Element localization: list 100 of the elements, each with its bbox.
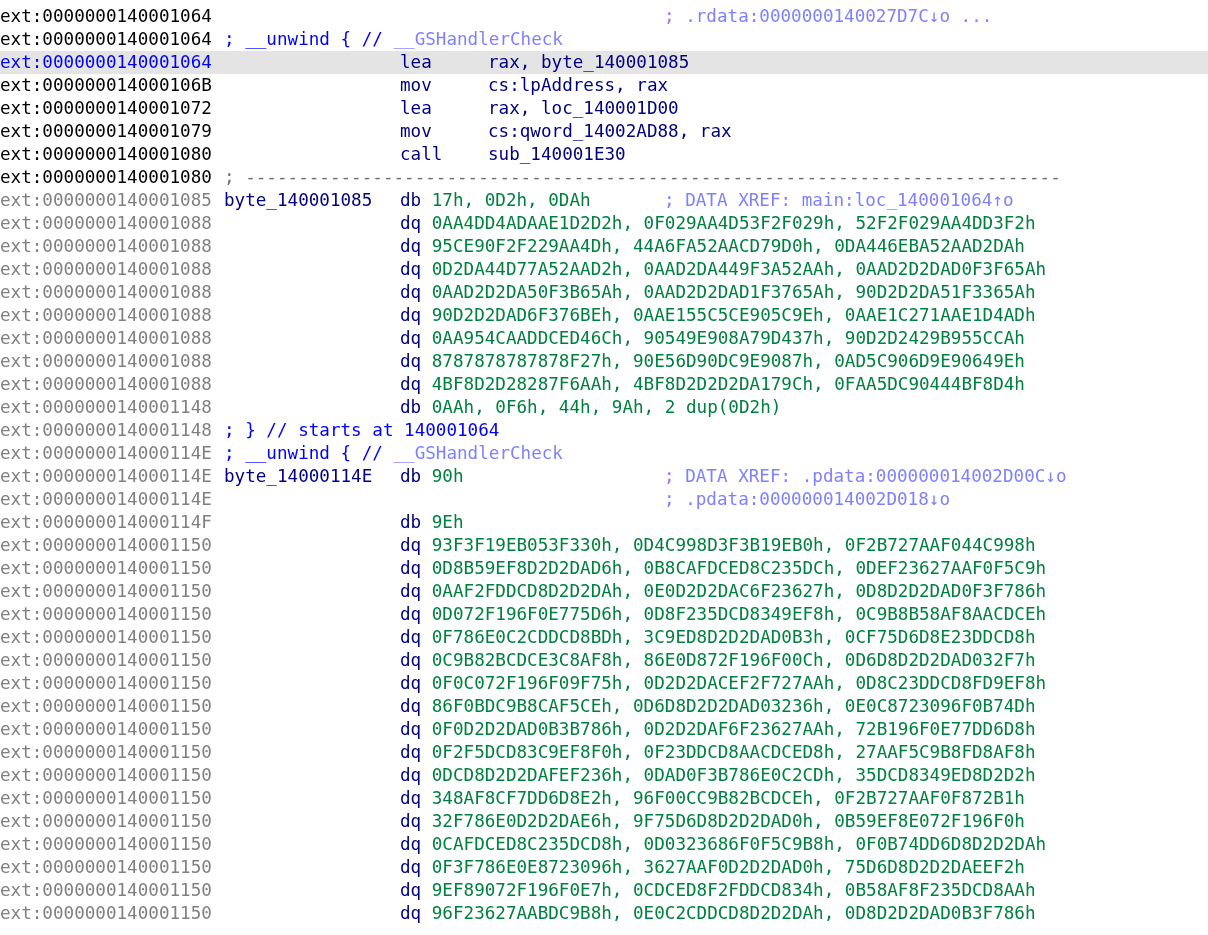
operand-list: 0F2F5DCD83C9EF8F0h, 0F23DDCD8AACDCED8h, 27AAF5C9B8FD8AF8h (431, 741, 1036, 764)
mnemonic: dq (400, 281, 423, 304)
xref-comment: ; .rdata:0000000140027D7C↓o ... (664, 5, 993, 28)
operand-list: 93F3F19EB053F330h, 0D4C998D3F3B19EB0h, 0F2B727AAF044C998h (431, 534, 1036, 557)
address-label: ext:0000000140001150 (0, 856, 213, 879)
operand-list: 0CAFDCED8C235DCD8h, 0D0323686F0F5C9B8h, 0F0B74DD6D8D2D2DAh (431, 833, 1047, 856)
address-label: ext:0000000140001148 (0, 419, 213, 442)
mnemonic: db (400, 465, 423, 488)
operand-list: 0D8B59EF8D2D2DAD6h, 0B8CAFDCED8C235DCh, 0DEF23627AAF0F5C9h (431, 557, 1047, 580)
address-label: ext:0000000140001150 (0, 557, 213, 580)
xref-comment: ; DATA XREF: .pdata:000000014002D00C↓o (664, 465, 1067, 488)
mnemonic: call (400, 143, 444, 166)
address-label: ext:0000000140001072 (0, 97, 213, 120)
address-label: ext:0000000140001150 (0, 672, 213, 695)
mnemonic: mov (400, 74, 433, 97)
mnemonic: db (400, 189, 423, 212)
mnemonic: lea (400, 51, 433, 74)
address-label: ext:0000000140001064 (0, 51, 213, 74)
mnemonic: dq (400, 603, 423, 626)
xref-comment: ; DATA XREF: main:loc_140001064↑o (664, 189, 1014, 212)
operand-list: cs:lpAddress, rax (488, 74, 669, 97)
symbol-label[interactable]: byte_14000114E (224, 465, 400, 488)
address-label: ext:0000000140001088 (0, 373, 213, 396)
operand-list: rax, loc_140001D00 (488, 97, 679, 120)
comment-text: ; __unwind { // (224, 28, 383, 51)
operand-list: 0AAF2FDDCD8D2D2DAh, 0E0D2D2DAC6F23627h, 0D8D2D2DAD0F3F786h (431, 580, 1047, 603)
address-label: ext:0000000140001150 (0, 649, 213, 672)
operand-list: 8787878787878F27h, 90E56D90DC9E9087h, 0AD5C906D9E90649Eh (431, 350, 1025, 373)
operand-list: 0D072F196F0E775D6h, 0D8F235DCD8349EF8h, 0C9B8B58AF8AACDCEh (431, 603, 1047, 626)
comment-text: ; __unwind { // (224, 442, 383, 465)
mnemonic: dq (400, 534, 423, 557)
mnemonic: dq (400, 856, 423, 879)
mnemonic: dq (400, 258, 423, 281)
operand-list: sub_140001E30 (488, 143, 626, 166)
mnemonic: dq (400, 580, 423, 603)
operand-list: 0D2DA44D77A52AAD2h, 0AAD2DA449F3A52AAh, 0AAD2D2DAD0F3F65Ah (431, 258, 1047, 281)
separator-comment: ; ----------------------------------------------------------------------------- (224, 166, 1061, 189)
address-label: ext:0000000140001150 (0, 580, 213, 603)
mnemonic: dq (400, 212, 423, 235)
address-label: ext:0000000140001150 (0, 879, 213, 902)
operand-list: 0AA954CAADDCED46Ch, 90549E908A79D437h, 90D2D2429B955CCAh (431, 327, 1025, 350)
mnemonic: dq (400, 304, 423, 327)
comment-text: ; } // starts at 140001064 (224, 419, 500, 442)
address-label: ext:0000000140001064 (0, 5, 213, 28)
address-label: ext:0000000140001150 (0, 741, 213, 764)
address-label: ext:0000000140001088 (0, 327, 213, 350)
address-label: ext:0000000140001150 (0, 626, 213, 649)
operand-list: 4BF8D2D28287F6AAh, 4BF8D2D2D2DA179Ch, 0FAA5DC90444BF8D4h (431, 373, 1025, 396)
operand-list: rax, byte_140001085 (488, 51, 690, 74)
address-label: ext:000000014000114E (0, 488, 213, 511)
mnemonic: dq (400, 902, 423, 925)
mnemonic: db (400, 511, 423, 534)
mnemonic: dq (400, 373, 423, 396)
address-label: ext:0000000140001088 (0, 258, 213, 281)
mnemonic: dq (400, 787, 423, 810)
operand-list: 86F0BDC9B8CAF5CEh, 0D6D8D2D2DAD03236h, 0E0C8723096F0B74Dh (431, 695, 1036, 718)
address-label: ext:0000000140001088 (0, 350, 213, 373)
operand-list: 9EF89072F196F0E7h, 0CDCED8F2FDDCD834h, 0B58AF8F235DCD8AAh (431, 879, 1036, 902)
operand-list: 0AA4DD4ADAAE1D2D2h, 0F029AA4D53F2F029h, 52F2F029AA4DD3F2h (431, 212, 1036, 235)
operand-list: 90h (431, 465, 464, 488)
operand-list: 0C9B82BCDCE3C8AF8h, 86E0D872F196F00Ch, 0D6D8D2D2DAD032F7h (431, 649, 1036, 672)
address-label: ext:0000000140001088 (0, 235, 213, 258)
mnemonic: dq (400, 327, 423, 350)
address-label: ext:000000014000106B (0, 74, 213, 97)
mnemonic: dq (400, 718, 423, 741)
address-label: ext:0000000140001150 (0, 695, 213, 718)
mnemonic: dq (400, 879, 423, 902)
address-label: ext:0000000140001150 (0, 787, 213, 810)
mnemonic: dq (400, 557, 423, 580)
address-label: ext:0000000140001148 (0, 396, 213, 419)
operand-list: cs:qword_14002AD88, rax (488, 120, 732, 143)
address-label: ext:0000000140001088 (0, 281, 213, 304)
operand-list: 95CE90F2F229AA4Dh, 44A6FA52AACD79D0h, 0DA446EBA52AAD2DAh (431, 235, 1025, 258)
operand-list: 9Eh (431, 511, 464, 534)
address-label: ext:0000000140001150 (0, 833, 213, 856)
symbol-label[interactable]: byte_140001085 (224, 189, 400, 212)
address-label: ext:0000000140001085 (0, 189, 213, 212)
mnemonic: dq (400, 695, 423, 718)
mnemonic: dq (400, 741, 423, 764)
mnemonic: dq (400, 672, 423, 695)
operand-list: 0DCD8D2D2DAFEF236h, 0DAD0F3B786E0C2CDh, 35DCD8349ED8D2D2h (431, 764, 1036, 787)
xref-comment: __GSHandlerCheck (393, 28, 563, 51)
address-label: ext:0000000140001150 (0, 810, 213, 833)
address-label: ext:0000000140001080 (0, 166, 213, 189)
address-label: ext:0000000140001150 (0, 603, 213, 626)
mnemonic: dq (400, 235, 423, 258)
address-label: ext:0000000140001150 (0, 534, 213, 557)
address-label: ext:0000000140001080 (0, 143, 213, 166)
operand-list: 96F23627AABDC9B8h, 0E0C2CDDCD8D2D2DAh, 0D8D2D2DAD0B3F786h (431, 902, 1036, 925)
operand-list: 0F786E0C2CDDCD8BDh, 3C9ED8D2D2DAD0B3h, 0CF75D6D8E23DDCD8h (431, 626, 1036, 649)
mnemonic: mov (400, 120, 433, 143)
address-label: ext:0000000140001064 (0, 28, 213, 51)
address-label: ext:0000000140001150 (0, 764, 213, 787)
operand-list: 0F3F786E0E8723096h, 3627AAF0D2D2DAD0h, 75D6D8D2D2DAEEF2h (431, 856, 1025, 879)
operand-list: 32F786E0D2D2DAE6h, 9F75D6D8D2D2DAD0h, 0B59EF8E072F196F0h (431, 810, 1025, 833)
address-label: ext:0000000140001088 (0, 212, 213, 235)
address-label: ext:000000014000114F (0, 511, 213, 534)
address-label: ext:0000000140001150 (0, 718, 213, 741)
mnemonic: dq (400, 626, 423, 649)
mnemonic: dq (400, 764, 423, 787)
